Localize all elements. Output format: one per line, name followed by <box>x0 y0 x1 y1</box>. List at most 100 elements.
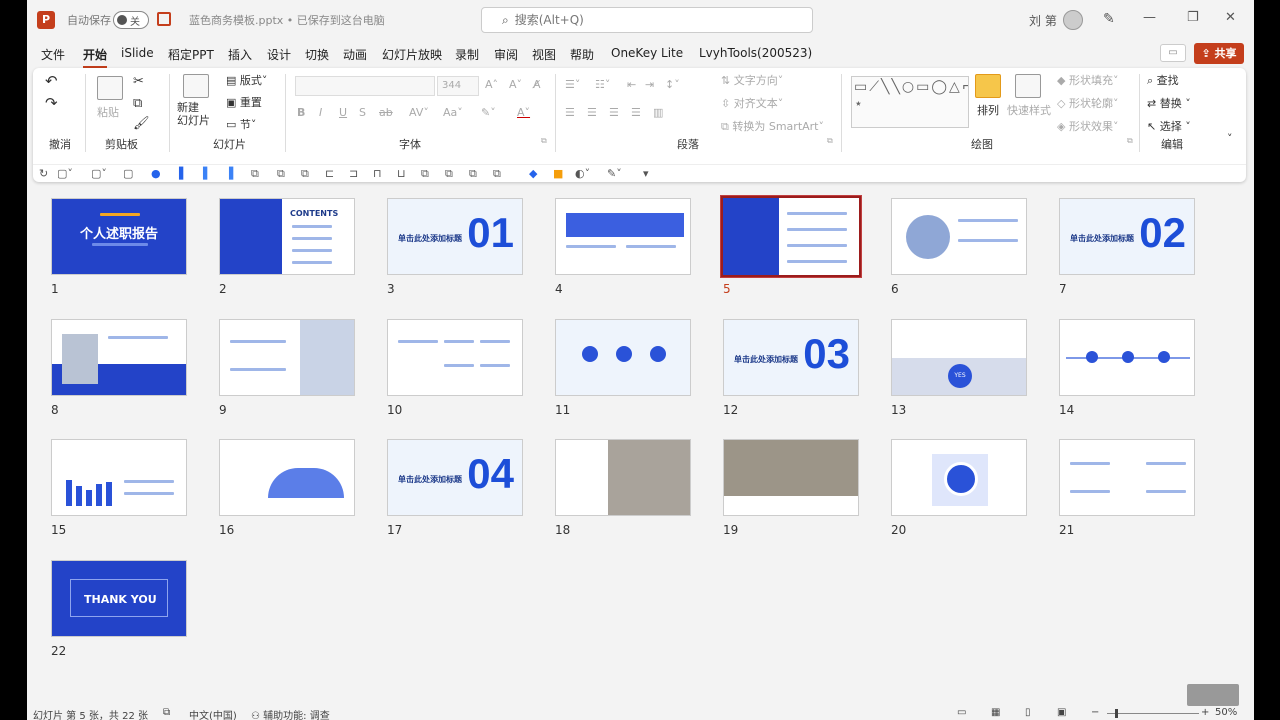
section-button[interactable]: ▭ 节˅ <box>226 116 256 132</box>
bar-icon[interactable]: ▌ <box>203 167 211 180</box>
clear-format-icon[interactable]: A̸ <box>533 78 541 91</box>
shape-icon[interactable]: ▢˅ <box>57 167 73 180</box>
slide-thumbnail-15[interactable] <box>51 439 187 516</box>
slide-thumbnail-1[interactable]: 个人述职报告 <box>51 198 187 275</box>
slide-thumbnail-7[interactable]: 02 单击此处添加标题 <box>1059 198 1195 275</box>
align-icon[interactable]: ⧉ <box>421 167 429 181</box>
color-icon[interactable]: ◆ <box>529 167 537 180</box>
tab-view[interactable]: 视图 <box>532 46 556 63</box>
tab-home[interactable]: 开始 <box>83 46 108 68</box>
align-icon[interactable]: ⧉ <box>251 167 259 181</box>
highlight-icon[interactable]: ✎˅ <box>481 106 496 119</box>
align-icon[interactable]: ⊔ <box>397 167 406 180</box>
shape-fill-button[interactable]: ◆ 形状填充˅ <box>1057 72 1118 88</box>
change-case-icon[interactable]: Aa˅ <box>443 106 463 119</box>
arrange-label[interactable]: 排列 <box>977 102 999 118</box>
slide-thumbnail-9[interactable] <box>219 319 355 396</box>
font-name-box[interactable] <box>295 76 435 96</box>
circle-icon[interactable]: ● <box>151 167 161 180</box>
quick-styles-label[interactable]: 快速样式 <box>1007 102 1051 118</box>
align-icon[interactable]: ⊏ <box>325 167 334 180</box>
align-text-button[interactable]: ⇳ 对齐文本˅ <box>721 95 783 111</box>
find-button[interactable]: ⌕ 查找 <box>1147 72 1179 88</box>
fill-icon[interactable]: ◐˅ <box>575 167 590 180</box>
paragraph-dialog-launcher-icon[interactable]: ⧉ <box>827 136 833 146</box>
tab-onekey[interactable]: OneKey Lite <box>611 46 683 60</box>
align-icon[interactable]: ⧉ <box>301 167 309 181</box>
grow-font-icon[interactable]: A˄ <box>485 78 498 91</box>
font-dialog-launcher-icon[interactable]: ⧉ <box>541 136 547 146</box>
char-spacing-icon[interactable]: AV˅ <box>409 106 429 119</box>
accessibility-status[interactable]: ⚇ 辅助功能: 调查 <box>251 707 330 720</box>
close-icon[interactable]: ✕ <box>1225 10 1236 25</box>
slide-thumbnail-4[interactable] <box>555 198 691 275</box>
slide-thumbnail-5[interactable] <box>720 195 862 278</box>
tab-file[interactable]: 文件 <box>41 46 65 63</box>
slide-thumbnail-22[interactable]: THANK YOU <box>51 560 187 637</box>
slide-thumbnail-2[interactable]: CONTENTS <box>219 198 355 275</box>
zoom-slider[interactable] <box>1107 713 1199 714</box>
slide-thumbnail-14[interactable] <box>1059 319 1195 396</box>
share-button[interactable]: ⇪ 共享 <box>1194 43 1244 64</box>
collapse-ribbon-icon[interactable]: ˅ <box>1227 132 1233 145</box>
tab-daoding-ppt[interactable]: 稻定PPT <box>168 46 214 63</box>
italic-icon[interactable]: I <box>319 106 322 119</box>
tab-help[interactable]: 帮助 <box>570 46 594 63</box>
normal-view-icon[interactable]: ▭ <box>957 707 966 718</box>
align-left-icon[interactable]: ☰ <box>565 106 575 119</box>
drawing-dialog-launcher-icon[interactable]: ⧉ <box>1127 136 1133 146</box>
strikethrough-icon[interactable]: ab <box>379 106 393 119</box>
slide-thumbnail-13[interactable]: YES <box>891 319 1027 396</box>
zoom-slider-thumb[interactable] <box>1115 709 1118 718</box>
cut-icon[interactable]: ✂ <box>133 74 144 89</box>
bold-icon[interactable]: B <box>297 106 305 119</box>
tab-islide[interactable]: iSlide <box>121 46 154 60</box>
slide-thumbnail-3[interactable]: 01 单击此处添加标题 <box>387 198 523 275</box>
redo-icon[interactable]: ↷ <box>45 94 58 112</box>
tab-animations[interactable]: 动画 <box>343 46 367 63</box>
paste-icon[interactable] <box>97 76 123 100</box>
columns-icon[interactable]: ▥ <box>653 106 663 119</box>
tab-slideshow[interactable]: 幻灯片放映 <box>382 46 442 63</box>
font-color-icon[interactable]: A˅ <box>517 106 530 119</box>
save-icon[interactable] <box>157 12 171 26</box>
shape-outline-button[interactable]: ◇ 形状轮廓˅ <box>1057 95 1118 111</box>
tab-record[interactable]: 录制 <box>455 46 479 63</box>
slide-thumbnail-19[interactable] <box>723 439 859 516</box>
reset-button[interactable]: ▣ 重置 <box>226 94 262 110</box>
font-size-box[interactable]: 344 <box>437 76 479 96</box>
search-box[interactable]: ⌕ 搜索(Alt+Q) <box>481 7 813 33</box>
slide-thumbnail-21[interactable] <box>1059 439 1195 516</box>
avatar[interactable] <box>1063 10 1083 30</box>
slideshow-view-icon[interactable]: ▣ <box>1057 707 1066 718</box>
decrease-indent-icon[interactable]: ⇤ <box>627 78 636 91</box>
more-icon[interactable]: ▾ <box>643 167 649 180</box>
user-name[interactable]: 刘 第 <box>1029 12 1057 29</box>
slide-thumbnail-17[interactable]: 04 单击此处添加标题 <box>387 439 523 516</box>
align-icon[interactable]: ⧉ <box>277 167 285 181</box>
bar-icon[interactable]: ▌ <box>179 167 187 180</box>
arrange-icon[interactable] <box>975 74 1001 98</box>
color-icon[interactable]: ■ <box>553 167 563 180</box>
bullets-icon[interactable]: ☰˅ <box>565 78 580 91</box>
shape-effects-button[interactable]: ◈ 形状效果˅ <box>1057 118 1118 134</box>
zoom-out-icon[interactable]: − <box>1091 707 1099 718</box>
tab-transitions[interactable]: 切换 <box>305 46 329 63</box>
zoom-level[interactable]: 50% <box>1215 707 1237 718</box>
underline-icon[interactable]: U <box>339 106 347 119</box>
shrink-font-icon[interactable]: A˅ <box>509 78 522 91</box>
format-painter-icon[interactable]: 🖌 <box>133 116 150 131</box>
slide-thumbnail-8[interactable] <box>51 319 187 396</box>
select-button[interactable]: ↖ 选择 ˅ <box>1147 118 1191 134</box>
pen-icon[interactable]: ✎ <box>1103 11 1115 27</box>
slide-sorter-view-icon[interactable]: ▦ <box>991 707 1000 718</box>
numbering-icon[interactable]: ☷˅ <box>595 78 610 91</box>
layout-button[interactable]: ▤ 版式˅ <box>226 72 267 88</box>
shapes-gallery[interactable]: ▭⟋╲╲○▭◯△⌐⌐⇨⇩◇⎈⌒∿{}⋆ <box>851 76 969 128</box>
zoom-in-icon[interactable]: + <box>1201 707 1209 718</box>
slide-thumbnail-6[interactable] <box>891 198 1027 275</box>
replace-button[interactable]: ⇄ 替换 ˅ <box>1147 95 1191 111</box>
tab-design[interactable]: 设计 <box>267 46 291 63</box>
spellcheck-icon[interactable]: ⧉ <box>163 707 170 718</box>
comment-icon[interactable]: ▭ <box>1160 44 1186 62</box>
